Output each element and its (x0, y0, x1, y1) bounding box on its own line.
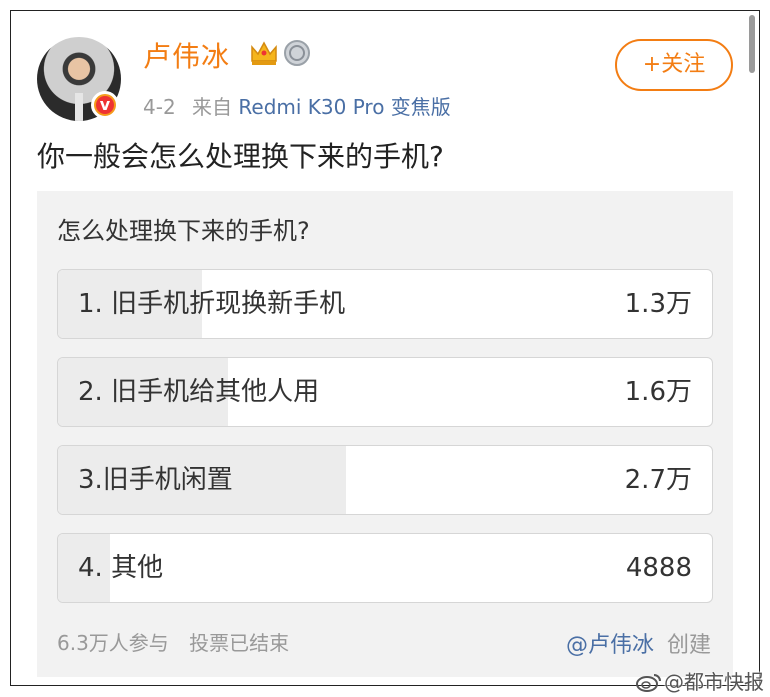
post-meta: 4-2 来自 Redmi K30 Pro 变焦版 (143, 91, 451, 120)
poll-option[interactable]: 2. 旧手机给其他人用 1.6万 (57, 357, 713, 427)
source-prefix: 来自 (192, 95, 233, 119)
author-name[interactable]: 卢伟冰 (143, 35, 230, 75)
poll-option-label: 1. 旧手机折现换新手机 (78, 289, 346, 319)
follow-button[interactable]: +关注 (615, 39, 733, 91)
post-text: 你一般会怎么处理换下来的手机? (37, 140, 444, 173)
poll-option-count: 4888 (625, 553, 692, 583)
creator-suffix: 创建 (666, 633, 711, 658)
poll-title: 怎么处理换下来的手机? (57, 217, 310, 245)
poll-creator: @卢伟冰 创建 (566, 627, 711, 659)
verified-icon: v (91, 91, 119, 119)
device-link[interactable]: Redmi K30 Pro 变焦版 (238, 95, 450, 119)
poll-card: 怎么处理换下来的手机? 1. 旧手机折现换新手机 1.3万 2. 旧手机给其他人… (37, 191, 733, 677)
scrollbar[interactable] (749, 15, 755, 73)
poll-status: 投票已结束 (189, 631, 290, 655)
poll-option[interactable]: 4. 其他 4888 (57, 533, 713, 603)
poll-option-count: 2.7万 (624, 465, 692, 495)
post-card: v 卢伟冰 4-2 来自 Redmi K30 Pro 变焦版 +关注 你一般会怎… (10, 10, 760, 686)
poll-option-count: 1.6万 (624, 377, 692, 407)
poll-option-label: 2. 旧手机给其他人用 (78, 377, 320, 407)
watermark: @都市快报 (636, 666, 764, 695)
medal-icon (284, 40, 310, 66)
poll-option[interactable]: 1. 旧手机折现换新手机 1.3万 (57, 269, 713, 339)
poll-option-label: 3.旧手机闲置 (78, 465, 233, 495)
poll-option-count: 1.3万 (624, 289, 692, 319)
watermark-text: @都市快报 (664, 670, 764, 694)
crown-icon (251, 41, 277, 65)
poll-stats: 6.3万人参与 投票已结束 (57, 627, 289, 656)
weibo-icon (636, 674, 661, 692)
creator-mention[interactable]: @卢伟冰 (566, 633, 654, 658)
poll-option[interactable]: 3.旧手机闲置 2.7万 (57, 445, 713, 515)
participant-count: 6.3万人参与 (57, 631, 169, 655)
post-date: 4-2 (143, 95, 176, 119)
poll-option-label: 4. 其他 (78, 553, 164, 583)
